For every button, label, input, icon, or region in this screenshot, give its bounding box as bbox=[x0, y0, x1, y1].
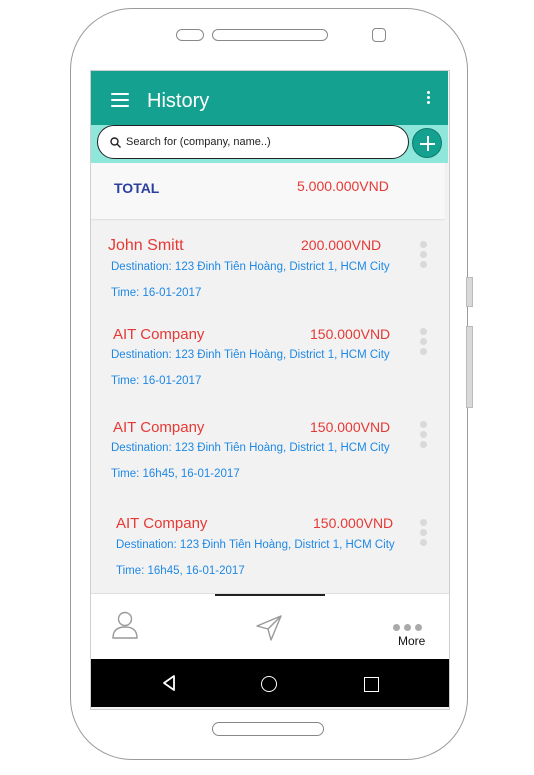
home-icon[interactable] bbox=[261, 676, 277, 692]
bottom-nav: More bbox=[91, 593, 449, 659]
more-vert-icon[interactable] bbox=[420, 328, 428, 358]
user-icon[interactable] bbox=[111, 610, 139, 640]
list-item[interactable]: AIT Company 150.000VND Destination: 123 … bbox=[91, 497, 445, 581]
search-input[interactable] bbox=[126, 134, 396, 150]
search-icon bbox=[110, 137, 121, 148]
more-vert-icon[interactable] bbox=[420, 241, 428, 271]
total-card: TOTAL 5.000.000VND bbox=[91, 163, 445, 219]
item-amount: 150.000VND bbox=[310, 419, 391, 435]
front-camera bbox=[372, 28, 386, 42]
item-amount: 150.000VND bbox=[313, 515, 394, 531]
speaker-grille bbox=[212, 29, 328, 41]
item-time: Time: 16-01-2017 bbox=[111, 375, 202, 387]
item-name: AIT Company bbox=[116, 515, 208, 532]
kebab-icon[interactable] bbox=[425, 91, 431, 107]
bottom-speaker bbox=[212, 722, 324, 736]
more-label[interactable]: More bbox=[398, 634, 425, 648]
transaction-list: John Smitt 200.000VND Destination: 123 Đ… bbox=[91, 219, 448, 593]
send-icon[interactable] bbox=[255, 614, 283, 642]
more-vert-icon[interactable] bbox=[420, 519, 428, 549]
item-amount: 200.000VND bbox=[301, 237, 382, 253]
back-icon[interactable] bbox=[161, 674, 177, 692]
item-destination: Destination: 123 Đinh Tiên Hoàng, Distri… bbox=[111, 261, 390, 273]
total-label: TOTAL bbox=[114, 180, 160, 196]
item-name: John Smitt bbox=[108, 237, 184, 254]
item-name: AIT Company bbox=[113, 326, 205, 343]
item-amount: 150.000VND bbox=[310, 326, 391, 342]
volume-button bbox=[466, 326, 473, 408]
item-destination: Destination: 123 Đinh Tiên Hoàng, Distri… bbox=[111, 442, 390, 454]
total-value: 5.000.000VND bbox=[297, 178, 389, 194]
item-time: Time: 16-01-2017 bbox=[111, 287, 202, 299]
add-button[interactable] bbox=[412, 128, 442, 158]
item-name: AIT Company bbox=[113, 419, 205, 436]
list-item[interactable]: John Smitt 200.000VND Destination: 123 Đ… bbox=[91, 219, 445, 303]
system-nav-bar bbox=[91, 659, 449, 707]
app-screen: History TOTAL 5.000.000VND John Smitt 20… bbox=[90, 70, 450, 710]
nav-active-indicator bbox=[215, 594, 325, 596]
menu-icon[interactable] bbox=[111, 93, 129, 107]
page-title: History bbox=[147, 90, 210, 112]
list-item[interactable]: AIT Company 150.000VND Destination: 123 … bbox=[91, 307, 445, 391]
search-box[interactable] bbox=[97, 125, 409, 159]
item-time: Time: 16h45, 16-01-2017 bbox=[111, 468, 240, 480]
item-destination: Destination: 123 Đinh Tiên Hoàng, Distri… bbox=[111, 349, 390, 361]
app-bar: History bbox=[91, 71, 448, 125]
recent-apps-icon[interactable] bbox=[364, 677, 379, 692]
list-item[interactable]: AIT Company 150.000VND Destination: 123 … bbox=[91, 400, 445, 484]
front-sensor bbox=[176, 29, 204, 41]
power-button bbox=[466, 277, 473, 307]
more-vert-icon[interactable] bbox=[420, 421, 428, 451]
item-destination: Destination: 123 Đinh Tiên Hoàng, Distri… bbox=[116, 539, 395, 551]
item-time: Time: 16h45, 16-01-2017 bbox=[116, 565, 245, 577]
